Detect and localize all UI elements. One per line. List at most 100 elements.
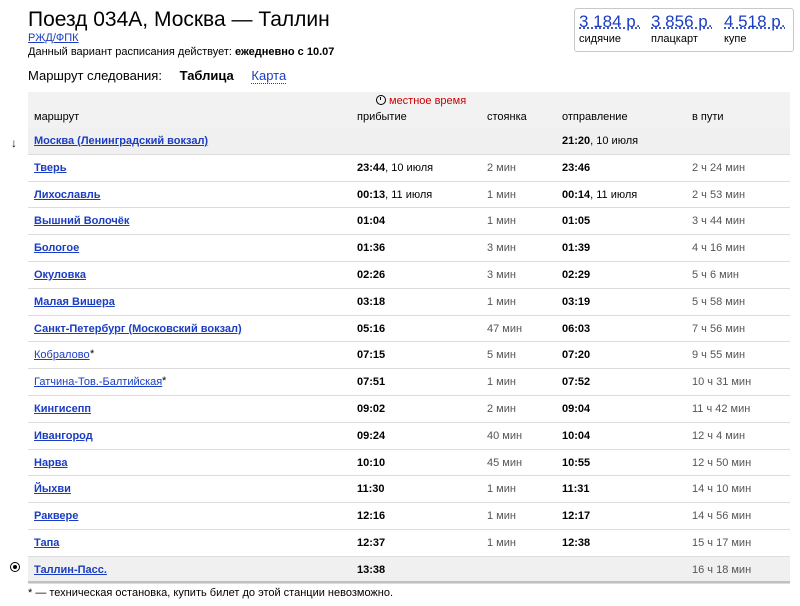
arrival-cell: 07:15 <box>357 349 385 361</box>
technical-stop-mark: * <box>90 348 95 361</box>
station-link[interactable]: Лихославль <box>34 189 101 201</box>
route-start-arrow-icon: ↓ <box>11 136 17 150</box>
column-header-route: маршрут <box>34 111 80 123</box>
arrival-cell: 11:30 <box>357 483 385 495</box>
travel-time-cell: 4 ч 16 мин <box>692 242 746 255</box>
table-row: Лихославль 00:13, 11 июля 1 мин 00:14, 11 и… <box>28 182 790 209</box>
departure-cell: 09:04 <box>562 403 590 415</box>
departure-time: 03:19 <box>562 295 591 308</box>
arrival-cell: 05:16 <box>357 323 385 335</box>
station-link[interactable]: Кобралово <box>34 349 90 361</box>
validity-label: Данный вариант расписания действует: <box>28 46 232 58</box>
departure-time: 10:04 <box>562 429 591 442</box>
travel-time-cell: 5 ч 58 мин <box>692 295 746 308</box>
departure-time: 12:38 <box>562 536 591 549</box>
station-link[interactable]: Йыхви <box>34 483 71 495</box>
station-link[interactable]: Раквере <box>34 510 78 522</box>
price-amount[interactable]: 3 856 р. <box>651 12 712 32</box>
column-header-departure: отправление <box>562 111 628 123</box>
stop-duration-cell: 1 мин <box>487 188 516 201</box>
arrival-cell: 07:51 <box>357 376 385 388</box>
station-link[interactable]: Тверь <box>34 162 67 174</box>
table-body: Москва (Ленинградский вокзал) 21:20, 10 и… <box>28 128 790 584</box>
station-link[interactable]: Кингисепп <box>34 403 91 415</box>
station-link[interactable]: Таллин-Пасс. <box>34 564 107 576</box>
arrival-date: , 11 июля <box>385 188 433 201</box>
departure-time: 11:31 <box>562 483 590 496</box>
arrival-cell: 12:37 <box>357 537 385 549</box>
arrival-time: 01:36 <box>357 242 386 255</box>
arrival-time: 09:02 <box>357 402 386 415</box>
table-row: Малая Вишера 03:18 1 мин 03:19 5 ч 58 мин <box>28 289 790 316</box>
departure-time: 07:20 <box>562 349 591 362</box>
arrival-cell: 23:44, 10 июля <box>357 162 433 174</box>
stop-duration-cell: 47 мин <box>487 322 523 335</box>
table-row: Тапа 12:37 1 мин 12:38 15 ч 17 мин <box>28 530 790 557</box>
station-link[interactable]: Малая Вишера <box>34 296 115 308</box>
price-amount[interactable]: 4 518 р. <box>724 12 785 32</box>
footnote: * — техническая остановка, купить билет … <box>28 587 394 599</box>
tab-map[interactable]: Карта <box>251 68 287 84</box>
table-row: Тверь 23:44, 10 июля 2 мин 23:46 2 ч 24 мин <box>28 155 790 182</box>
station-link[interactable]: Бологое <box>34 242 79 254</box>
departure-time: 02:29 <box>562 268 591 281</box>
station-link[interactable]: Тапа <box>34 537 59 549</box>
price-platzkart[interactable]: 3 856 р. плацкарт <box>651 12 712 45</box>
travel-time-cell: 7 ч 56 мин <box>692 322 746 335</box>
travel-time-cell: 9 ч 55 мин <box>692 349 746 362</box>
departure-time: 09:04 <box>562 402 591 415</box>
station-link[interactable]: Нарва <box>34 457 68 469</box>
clock-icon <box>376 95 386 105</box>
carrier-link[interactable]: РЖД/ФПК <box>28 32 79 44</box>
station-link[interactable]: Окуловка <box>34 269 86 281</box>
departure-date: , 11 июля <box>590 188 638 201</box>
arrival-cell: 13:38 <box>357 564 385 576</box>
column-header-travel-time: в пути <box>692 111 724 123</box>
stop-duration-cell: 40 мин <box>487 429 523 442</box>
departure-cell: 06:03 <box>562 323 590 335</box>
arrival-time: 07:51 <box>357 376 386 389</box>
departure-cell: 10:55 <box>562 457 590 469</box>
table-header: местное время маршрут прибытие стоянка о… <box>28 92 790 129</box>
departure-cell: 10:04 <box>562 430 590 442</box>
stop-duration-cell: 2 мин <box>487 161 516 174</box>
travel-time-cell: 2 ч 53 мин <box>692 188 746 201</box>
route-view-switcher: Маршрут следования: Таблица Карта <box>28 68 287 84</box>
travel-time-cell: 10 ч 31 мин <box>692 376 752 389</box>
price-coupe[interactable]: 4 518 р. купе <box>724 12 785 45</box>
departure-cell: 03:19 <box>562 296 590 308</box>
arrival-cell: 00:13, 11 июля <box>357 189 432 201</box>
price-box: 3 184 р. сидячие 3 856 р. плацкарт 4 518… <box>574 8 794 52</box>
technical-stop-mark: * <box>162 375 167 388</box>
station-link[interactable]: Москва (Ленинградский вокзал) <box>34 135 208 147</box>
arrival-time: 12:37 <box>357 536 386 549</box>
stop-duration-cell: 3 мин <box>487 242 516 255</box>
price-amount[interactable]: 3 184 р. <box>579 12 640 32</box>
arrival-time: 02:26 <box>357 268 386 281</box>
station-link[interactable]: Гатчина-Тов.-Балтийская <box>34 376 162 388</box>
table-row: Гатчина-Тов.-Балтийская * 07:51 1 мин 07:52 1… <box>28 369 790 396</box>
arrival-time: 12:16 <box>357 510 386 523</box>
arrival-time: 10:10 <box>357 456 386 469</box>
stop-duration-cell: 45 мин <box>487 456 523 469</box>
table-row: Таллин-Пасс. 13:38 16 ч 18 мин <box>28 556 790 584</box>
arrival-cell: 01:36 <box>357 242 385 254</box>
table-row: Ивангород 09:24 40 мин 10:04 12 ч 4 мин <box>28 423 790 450</box>
station-link[interactable]: Вышний Волочёк <box>34 215 129 227</box>
table-row: Окуловка 02:26 3 мин 02:29 5 ч 6 мин <box>28 262 790 289</box>
local-time-label: местное время <box>389 95 467 107</box>
departure-cell: 12:38 <box>562 537 590 549</box>
table-row: Санкт-Петербург (Московский вокзал) 05:16… <box>28 316 790 343</box>
stop-duration-cell: 1 мин <box>487 536 516 549</box>
station-link[interactable]: Ивангород <box>34 430 93 442</box>
route-end-target-icon <box>10 562 20 572</box>
travel-time-cell: 5 ч 6 мин <box>692 268 739 281</box>
price-seated[interactable]: 3 184 р. сидячие <box>579 12 640 45</box>
arrival-time: 03:18 <box>357 295 386 308</box>
table-row: Нарва 10:10 45 мин 10:55 12 ч 50 мин <box>28 450 790 477</box>
station-link[interactable]: Санкт-Петербург (Московский вокзал) <box>34 323 242 335</box>
arrival-cell: 10:10 <box>357 457 385 469</box>
column-header-stop: стоянка <box>487 111 527 123</box>
table-row: Бологое 01:36 3 мин 01:39 4 ч 16 мин <box>28 235 790 262</box>
departure-time: 00:14 <box>562 188 591 201</box>
